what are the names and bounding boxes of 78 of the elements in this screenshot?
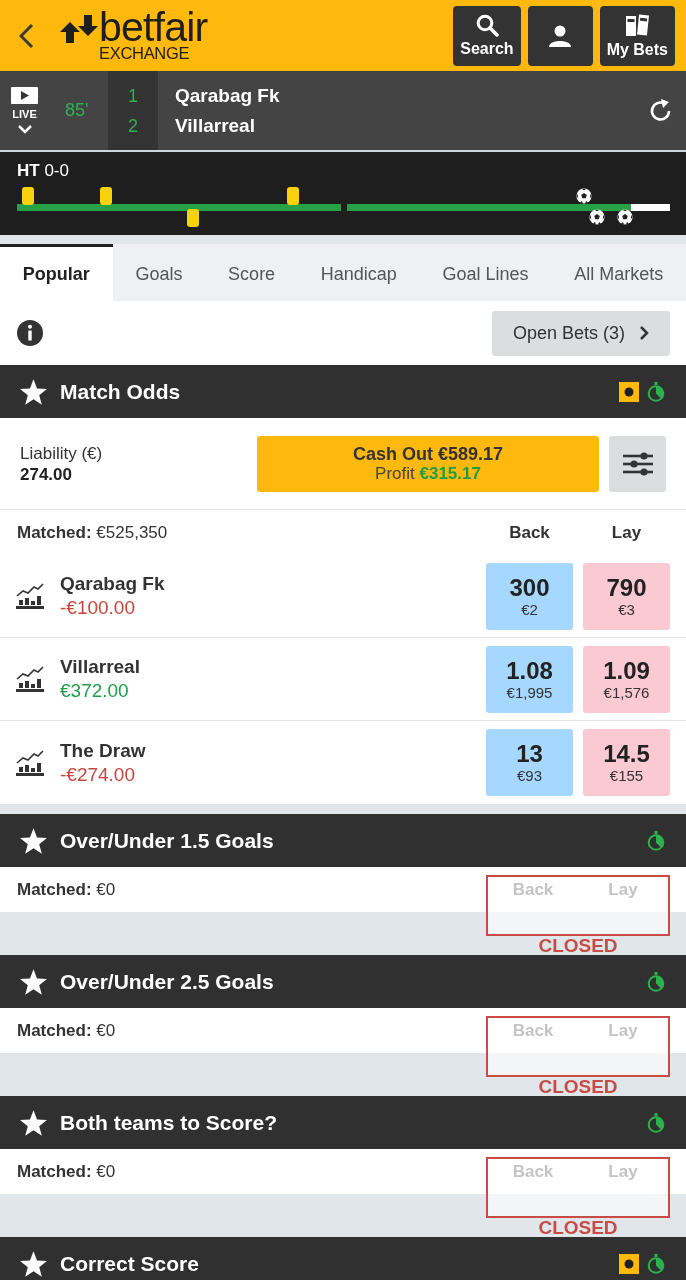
logo-subtitle: EXCHANGE	[99, 43, 191, 62]
chart-icon[interactable]	[16, 583, 44, 609]
star-icon[interactable]	[20, 378, 47, 405]
back-icon[interactable]	[19, 22, 34, 49]
timer-icon	[646, 1253, 666, 1274]
half-time-score: HT 0-0	[17, 160, 70, 182]
chart-icon[interactable]	[16, 749, 44, 776]
logo-arrows-icon	[60, 14, 98, 43]
sliders-icon	[622, 450, 653, 477]
market-tab[interactable]: Score	[205, 244, 298, 301]
back-odds-button[interactable]: 300 €2	[486, 562, 573, 630]
market-tab[interactable]: Popular	[0, 244, 113, 301]
market-tab[interactable]: Handicap	[297, 244, 420, 301]
closed-label: CLOSED	[537, 936, 619, 955]
chevron-right-icon	[639, 325, 650, 341]
user-icon	[548, 23, 573, 48]
back-column-label: Back	[508, 522, 551, 543]
runner-name: Qarabag Fk	[60, 572, 165, 596]
lay-odds-button[interactable]: 14.5 €155	[583, 729, 670, 796]
chart-icon[interactable]	[16, 666, 44, 692]
runner-profit-loss: -€274.00	[60, 762, 136, 787]
account-button[interactable]	[527, 5, 593, 66]
lay-column-label: Lay	[607, 879, 639, 901]
runner-profit-loss: €372.00	[60, 679, 130, 703]
info-icon[interactable]	[17, 320, 43, 346]
timer-icon	[646, 1112, 666, 1133]
market-title: Correct Score	[60, 1251, 199, 1276]
team-score: 1	[128, 84, 138, 107]
matched-amount: Matched: €0	[17, 1020, 116, 1041]
market-title: Match Odds	[60, 379, 181, 404]
runner-profit-loss: -€100.00	[60, 596, 136, 620]
back-column-label: Back	[511, 1020, 555, 1042]
team-name: Villarreal	[175, 114, 256, 137]
lay-odds-button[interactable]: 790 €3	[583, 562, 670, 630]
cash-out-button[interactable]: Cash Out €589.17 Profit €315.17	[257, 435, 599, 492]
open-bets-button[interactable]: Open Bets (3)	[492, 310, 670, 356]
timer-icon	[646, 971, 666, 992]
star-icon[interactable]	[20, 827, 47, 854]
lay-column-label: Lay	[610, 522, 643, 543]
timer-icon	[646, 381, 666, 402]
play-icon[interactable]	[11, 87, 38, 104]
matched-amount: Matched: €525,350	[17, 522, 168, 543]
market-title: Both teams to Score?	[60, 1110, 278, 1135]
betslip-icon	[624, 12, 650, 38]
liability-label: Liability (€)	[20, 442, 103, 464]
star-icon[interactable]	[20, 968, 47, 995]
search-button[interactable]: Search	[453, 5, 521, 66]
market-tab[interactable]: Goals	[112, 244, 206, 301]
back-column-label: Back	[511, 879, 555, 901]
search-icon	[474, 13, 499, 37]
logo-wordmark: betfair	[99, 9, 208, 44]
runner-name: The Draw	[60, 738, 146, 763]
team-name: Qarabag Fk	[175, 84, 280, 107]
match-minute: 85'	[65, 99, 89, 122]
lay-odds-button[interactable]: 1.09 €1,576	[583, 645, 670, 713]
chevron-down-icon[interactable]	[16, 124, 33, 134]
star-icon[interactable]	[20, 1109, 47, 1136]
market-title: Over/Under 1.5 Goals	[60, 828, 274, 853]
star-icon[interactable]	[20, 1250, 47, 1277]
timer-icon	[646, 830, 666, 851]
market-tab[interactable]: Goal Lines	[419, 244, 552, 301]
market-title: Over/Under 2.5 Goals	[60, 969, 274, 994]
market-tab[interactable]: All Markets	[551, 244, 686, 301]
team-score: 2	[128, 114, 138, 137]
matched-amount: Matched: €0	[17, 1161, 116, 1182]
back-odds-button[interactable]: 13 €93	[486, 729, 573, 796]
cash-out-settings-button[interactable]	[609, 435, 666, 492]
back-column-label: Back	[511, 1161, 555, 1183]
closed-label: CLOSED	[537, 1218, 619, 1237]
my-bets-button[interactable]: My Bets	[599, 5, 675, 66]
liability-amount: 274.00	[20, 463, 73, 485]
back-odds-button[interactable]: 1.08 €1,995	[486, 645, 573, 713]
lay-column-label: Lay	[607, 1161, 639, 1183]
closed-label: CLOSED	[537, 1077, 619, 1096]
matched-amount: Matched: €0	[17, 879, 116, 900]
runner-name: Villarreal	[60, 655, 140, 679]
live-label: LIVE	[12, 108, 37, 120]
lay-column-label: Lay	[607, 1020, 639, 1042]
